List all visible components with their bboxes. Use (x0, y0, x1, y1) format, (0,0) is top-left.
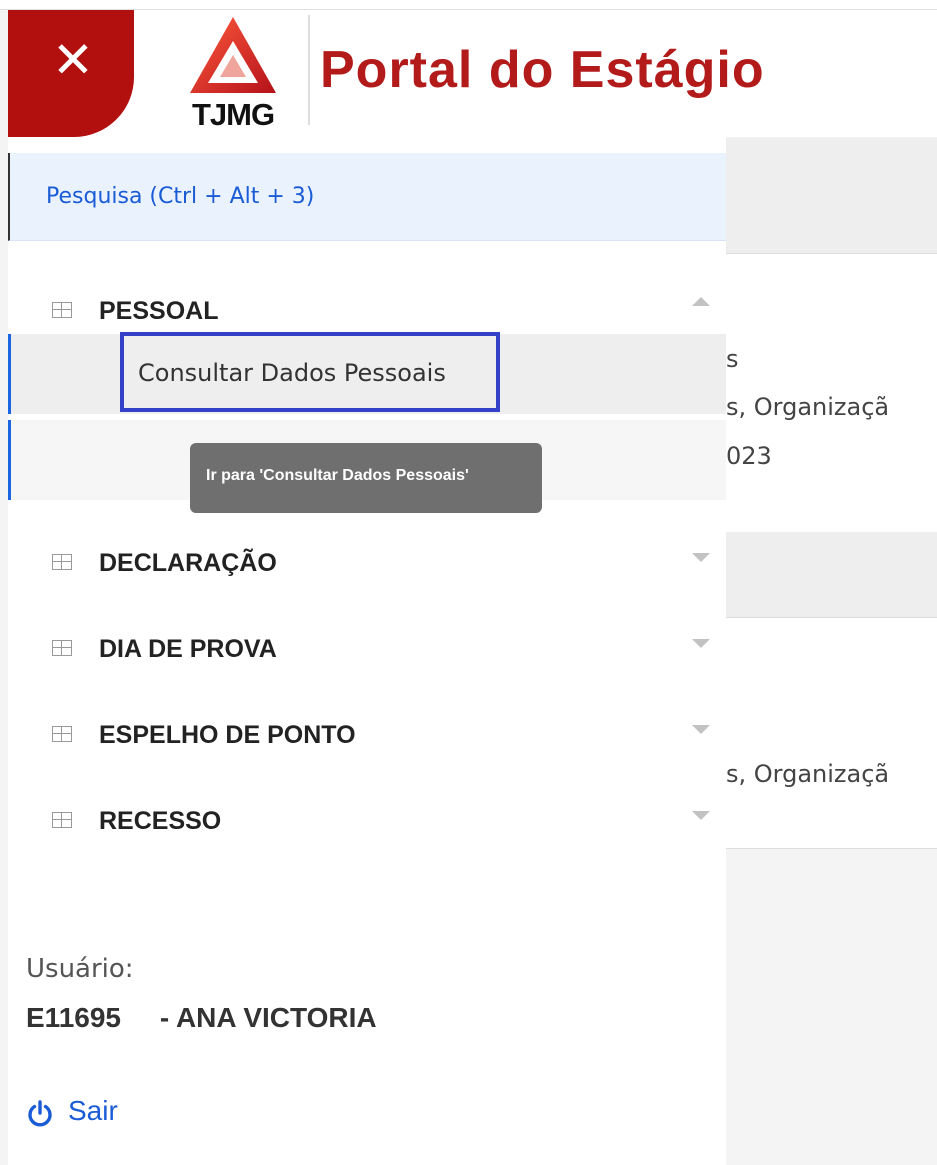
page-title: Portal do Estágio (320, 41, 765, 99)
tooltip-text: Ir para 'Consultar Dados Pessoais' (206, 467, 469, 484)
sidebar-menu: Pesquisa (Ctrl + Alt + 3) PESSOAL Consul… (8, 137, 726, 1165)
table-icon (52, 812, 72, 828)
menu-section-label: DIA DE PROVA (99, 635, 277, 663)
menu-section-label: ESPELHO DE PONTO (99, 721, 356, 749)
background-band (726, 532, 937, 617)
power-icon (28, 1100, 52, 1127)
chevron-down-icon (692, 725, 710, 734)
user-label: Usuário: (26, 954, 134, 984)
table-icon (52, 302, 72, 318)
table-icon (52, 554, 72, 570)
close-menu-button[interactable]: ✕ (8, 10, 134, 137)
table-icon (52, 726, 72, 742)
chevron-up-icon (692, 297, 710, 306)
logout-label: Sair (68, 1095, 118, 1126)
tooltip: Ir para 'Consultar Dados Pessoais' (190, 443, 542, 513)
user-name: E11695 - ANA VICTORIA (26, 1002, 377, 1033)
background-text: s (726, 345, 739, 373)
top-border (0, 0, 937, 10)
chevron-down-icon (692, 639, 710, 648)
background-band (726, 138, 937, 253)
menu-subitem-label: Consultar Dados Pessoais (138, 359, 446, 387)
app-header: ✕ TJMG Portal do Estágio (8, 10, 764, 137)
background-text: s, Organizaçã (726, 393, 890, 421)
menu-section-declaracao[interactable]: DECLARAÇÃO (8, 537, 726, 593)
header-divider (308, 15, 310, 125)
menu-section-espelho-de-ponto[interactable]: ESPELHO DE PONTO (8, 709, 726, 765)
close-icon: ✕ (52, 32, 94, 88)
menu-section-label: DECLARAÇÃO (99, 549, 277, 577)
search-label: Pesquisa (Ctrl + Alt + 3) (46, 184, 315, 209)
tjmg-logo-icon (190, 17, 276, 93)
logo-text: TJMG (191, 97, 275, 132)
background-text: s, Organizaçã (726, 760, 890, 788)
menu-section-recesso[interactable]: RECESSO (8, 795, 726, 851)
background-card (726, 617, 937, 849)
table-icon (52, 640, 72, 656)
menu-section-dia-de-prova[interactable]: DIA DE PROVA (8, 623, 726, 679)
background-text: 023 (726, 442, 772, 470)
search-link[interactable]: Pesquisa (Ctrl + Alt + 3) (8, 153, 726, 241)
chevron-down-icon (692, 811, 710, 820)
menu-section-label: PESSOAL (99, 297, 219, 325)
tjmg-logo: TJMG (178, 15, 288, 133)
menu-section-label: RECESSO (99, 807, 222, 835)
chevron-down-icon (692, 553, 710, 562)
